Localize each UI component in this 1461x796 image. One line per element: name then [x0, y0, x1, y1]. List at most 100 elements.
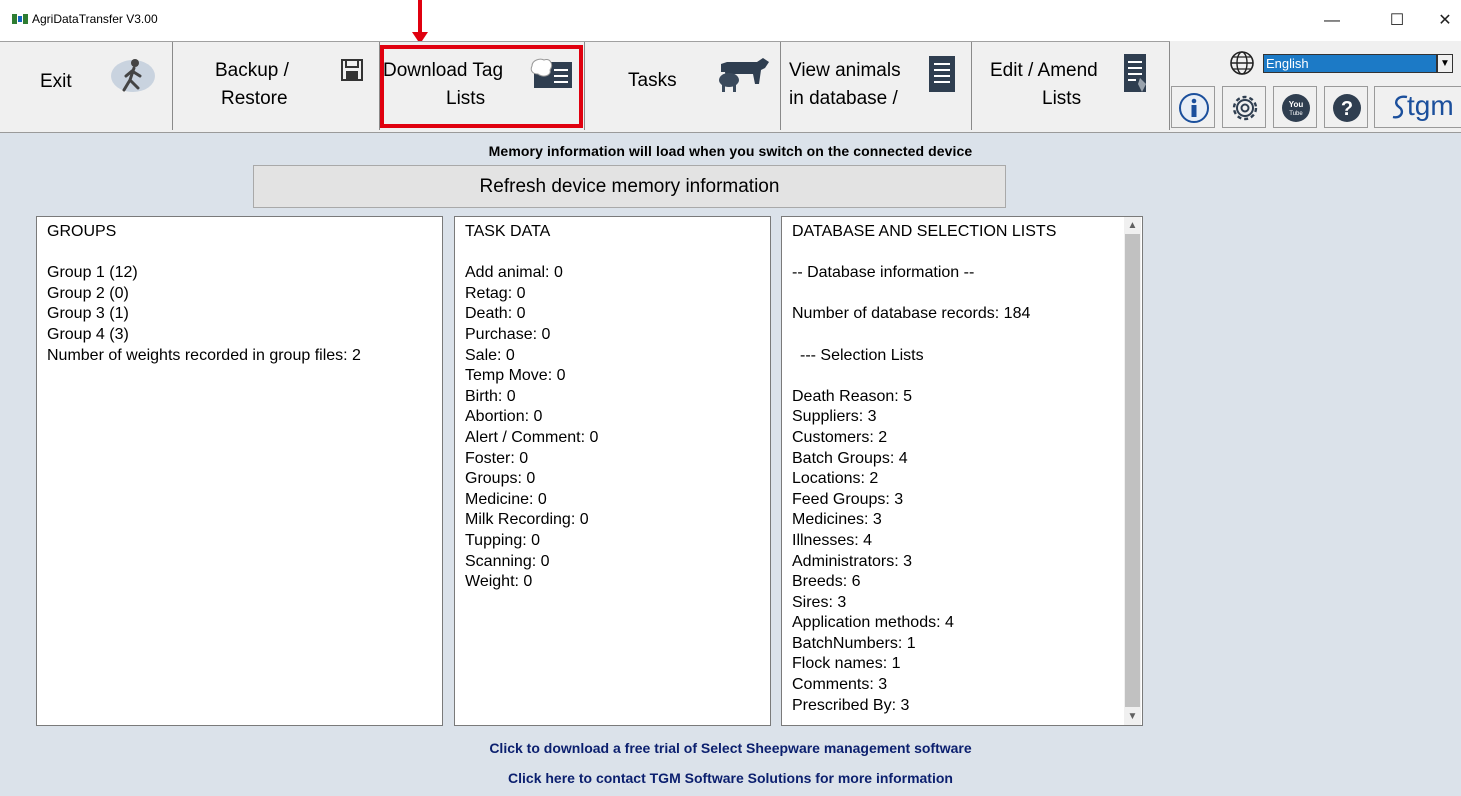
edit-label-line1: Edit / Amend [990, 60, 1098, 81]
language-select[interactable]: English [1263, 54, 1437, 73]
task-line: Tupping: 0 [465, 531, 541, 549]
globe-icon [1230, 51, 1254, 75]
groups-line: Group 3 (1) [47, 305, 129, 323]
window-title: AgriDataTransfer V3.00 [32, 12, 158, 26]
task-line: Purchase: 0 [465, 325, 551, 343]
info-icon [1179, 93, 1209, 123]
help-icon: ? [1333, 94, 1361, 122]
task-line: Scanning: 0 [465, 552, 550, 570]
list-line: Batch Groups: 4 [792, 449, 908, 467]
task-line: Abortion: 0 [465, 408, 543, 426]
list-line: Breeds: 6 [792, 573, 861, 591]
task-line: Alert / Comment: 0 [465, 428, 599, 446]
task-line: Milk Recording: 0 [465, 511, 589, 529]
backup-restore-button[interactable]: Backup / Restore [173, 42, 380, 130]
backup-label-line2: Restore [221, 88, 288, 109]
groups-line: Group 4 (3) [47, 325, 129, 343]
edit-label-line2: Lists [1042, 88, 1082, 109]
task-line: Weight: 0 [465, 573, 533, 591]
list-line: Death Reason: 5 [792, 387, 913, 405]
close-button[interactable]: ✕ [1425, 8, 1461, 34]
download-tag-lists-button[interactable]: Download Tag Lists [380, 42, 585, 130]
contact-link[interactable]: Click here to contact TGM Software Solut… [0, 770, 1461, 786]
selection-lists-heading: --- Selection Lists [800, 346, 924, 364]
database-panel: DATABASE AND SELECTION LISTS -- Database… [781, 216, 1143, 726]
list-line: Suppliers: 3 [792, 408, 877, 426]
scroll-up-icon[interactable]: ▲ [1124, 217, 1141, 234]
list-line: Illnesses: 4 [792, 531, 873, 549]
groups-line: Group 1 (12) [47, 264, 138, 282]
edit-amend-lists-button[interactable]: Edit / Amend Lists [972, 42, 1170, 130]
groups-panel: GROUPS Group 1 (12) Group 2 (0) Group 3 … [36, 216, 443, 726]
youtube-text-bottom: Tube [1289, 111, 1303, 117]
list-line: Comments: 3 [792, 676, 888, 694]
backup-label-line1: Backup / [215, 60, 289, 81]
info-button[interactable] [1171, 86, 1215, 128]
list-line: Locations: 2 [792, 470, 879, 488]
task-line: Retag: 0 [465, 284, 526, 302]
document-list-icon [929, 56, 955, 92]
minimize-button[interactable]: — [1312, 8, 1352, 34]
youtube-button[interactable]: You Tube [1273, 86, 1317, 128]
view-label-line1: View animals [789, 60, 901, 81]
list-line: Prescribed By: 3 [792, 696, 910, 714]
view-animals-button[interactable]: View animals in database / [781, 42, 972, 130]
settings-button[interactable] [1222, 86, 1266, 128]
list-line: BatchNumbers: 1 [792, 634, 916, 652]
tgm-logo-button[interactable]: tgm [1374, 86, 1461, 128]
database-records: Number of database records: 184 [792, 305, 1031, 323]
task-data-panel: TASK DATA Add animal: 0 Retag: 0 Death: … [454, 216, 771, 726]
title-bar: AgriDataTransfer V3.00 — ☐ ✕ [0, 0, 1461, 41]
help-button[interactable]: ? [1324, 86, 1368, 128]
sheep-list-icon [530, 58, 572, 88]
task-line: Death: 0 [465, 305, 526, 323]
list-line: Feed Groups: 3 [792, 490, 904, 508]
chevron-down-icon[interactable]: ▼ [1437, 54, 1453, 73]
groups-line: Group 2 (0) [47, 284, 129, 302]
memory-info-text: Memory information will load when you sw… [488, 143, 973, 159]
list-line: Administrators: 3 [792, 552, 913, 570]
refresh-memory-button[interactable]: Refresh device memory information [253, 165, 1006, 208]
list-line: Flock names: 1 [792, 655, 901, 673]
download-label-line2: Lists [446, 88, 486, 109]
maximize-button[interactable]: ☐ [1377, 8, 1417, 34]
tgm-logo-text: tgm [1407, 90, 1454, 121]
database-info-heading: -- Database information -- [792, 264, 975, 282]
scrollbar-thumb[interactable] [1125, 234, 1140, 707]
database-header: DATABASE AND SELECTION LISTS [792, 223, 1057, 240]
task-line: Medicine: 0 [465, 490, 547, 508]
youtube-text-top: You [1289, 100, 1304, 109]
task-data-header: TASK DATA [465, 223, 551, 240]
task-line: Add animal: 0 [465, 264, 563, 282]
list-line: Medicines: 3 [792, 511, 882, 529]
scroll-down-icon[interactable]: ▼ [1124, 708, 1141, 725]
tasks-label: Tasks [628, 70, 677, 91]
annotation-arrow [418, 0, 422, 33]
view-label-line2: in database / [789, 88, 898, 109]
task-line: Sale: 0 [465, 346, 515, 364]
task-line: Foster: 0 [465, 449, 529, 467]
groups-line: Number of weights recorded in group file… [47, 346, 361, 364]
list-line: Customers: 2 [792, 428, 888, 446]
groups-header: GROUPS [47, 223, 117, 240]
exit-button[interactable]: Exit [0, 42, 173, 130]
tasks-button[interactable]: Tasks [585, 42, 781, 130]
svg-text:?: ? [1341, 98, 1353, 120]
task-line: Groups: 0 [465, 470, 536, 488]
task-line: Birth: 0 [465, 387, 516, 405]
database-scrollbar[interactable]: ▲ ▼ [1124, 217, 1141, 725]
download-label-line1: Download Tag [383, 60, 504, 81]
settings-gear-icon [1232, 95, 1258, 121]
walking-person-icon [111, 59, 155, 92]
free-trial-link[interactable]: Click to download a free trial of Select… [0, 740, 1461, 756]
exit-label: Exit [40, 71, 72, 92]
edit-list-icon [1124, 54, 1146, 92]
floppy-disk-icon [341, 59, 363, 81]
youtube-icon: You Tube [1282, 94, 1310, 122]
